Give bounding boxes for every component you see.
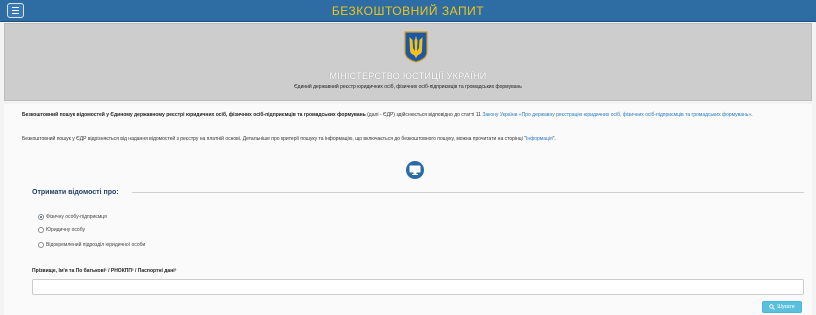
search-button[interactable]: Шукати (762, 301, 802, 313)
law-link[interactable]: Закону України «Про державну реєстрацію … (482, 112, 751, 118)
info-text: Безкоштовний пошук у ЄДР відрізняється в… (22, 136, 526, 142)
top-bar: БЕЗКОШТОВНИЙ ЗАПИТ (0, 0, 816, 22)
radio-button-checked[interactable] (38, 214, 44, 220)
section-divider (132, 192, 804, 193)
search-field-label: Прізвище, Ім'я та По батькові¹ / РНОКПП²… (32, 268, 177, 274)
info-paragraph: Безкоштовний пошук у ЄДР відрізняється в… (22, 136, 804, 143)
radio-label: Юридичну особу (46, 227, 85, 233)
monitor-icon (406, 161, 424, 179)
search-button-label: Шукати (777, 304, 795, 310)
search-input[interactable] (32, 279, 804, 295)
intro-text: (далі - ЄДР) здійснюється відповідно до … (365, 112, 483, 118)
radio-option-legal-entity[interactable]: Юридичну особу (38, 226, 85, 234)
information-link[interactable]: Інформація (526, 136, 553, 142)
hero-banner: МІНІСТЕРСТВО ЮСТИЦІЇ УКРАЇНИ Єдиний держ… (4, 23, 812, 101)
radio-button[interactable] (38, 242, 44, 248)
radio-label: Фізичну особу-підприємця (46, 214, 107, 220)
radio-label: Відокремлений підрозділ юридичної особи (46, 242, 146, 248)
intro-bold-text: Безкоштовний пошук відомостей у Єдиному … (22, 112, 366, 118)
radio-option-individual-entrepreneur[interactable]: Фізичну особу-підприємця (38, 213, 107, 221)
radio-button[interactable] (38, 227, 44, 233)
radio-option-separate-subdivision[interactable]: Відокремлений підрозділ юридичної особи (38, 241, 145, 249)
info-end: ". (552, 136, 556, 142)
intro-end: . (751, 112, 753, 118)
ukraine-trident-emblem (404, 31, 428, 63)
main-content: Безкоштовний пошук відомостей у Єдиному … (4, 104, 812, 315)
registry-subtitle: Єдиний державний реєстр юридичних осіб, … (294, 84, 522, 90)
page-title: БЕЗКОШТОВНИЙ ЗАПИТ (331, 4, 485, 18)
ministry-title: МІНІСТЕРСТВО ЮСТИЦІЇ УКРАЇНИ (329, 71, 487, 81)
intro-paragraph: Безкоштовний пошук відомостей у Єдиному … (22, 112, 804, 119)
section-title: Отримати відомості про: (32, 189, 119, 196)
search-icon (769, 304, 776, 310)
